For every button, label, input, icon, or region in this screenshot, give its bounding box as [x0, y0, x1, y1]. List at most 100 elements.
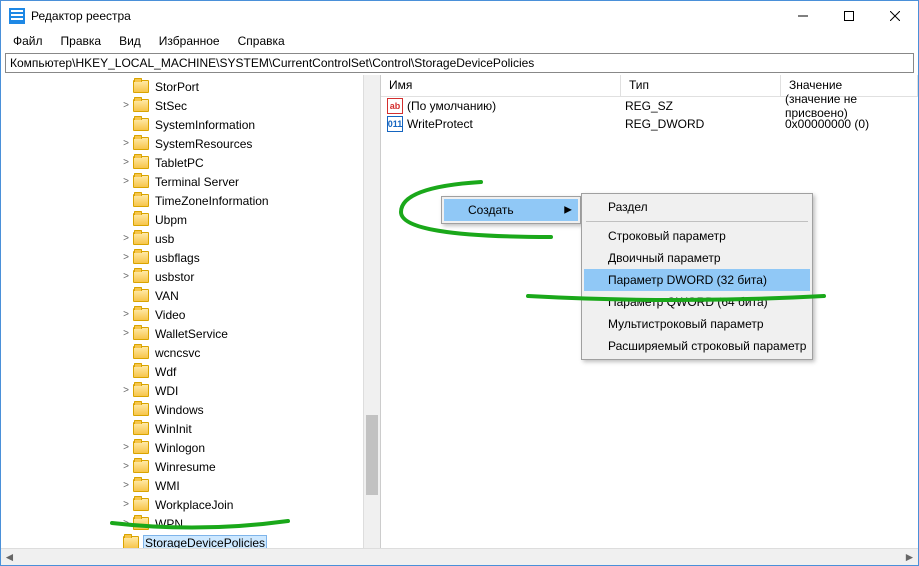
folder-icon [133, 137, 149, 150]
tree-item[interactable]: > WPN [1, 514, 363, 533]
tree-label: Windows [153, 403, 206, 417]
tree-item[interactable]: StorPort [1, 77, 363, 96]
tree-item[interactable]: StorageDevicePolicies [1, 533, 363, 548]
folder-icon [133, 118, 149, 131]
tree-item[interactable]: Ubpm [1, 210, 363, 229]
window: Редактор реестра Файл Правка Вид Избранн… [0, 0, 919, 566]
menu-favorites[interactable]: Избранное [151, 32, 228, 50]
tree-label: WMI [153, 479, 182, 493]
submenu-dword[interactable]: Параметр DWORD (32 бита) [584, 269, 810, 291]
expander-icon[interactable]: > [119, 157, 133, 168]
tree-item[interactable]: >TabletPC [1, 153, 363, 172]
maximize-button[interactable] [826, 1, 872, 31]
tree-label: Winlogon [153, 441, 207, 455]
value-name: (По умолчанию) [407, 99, 625, 113]
tree[interactable]: StorPort>StSecSystemInformation > SystemRe… [1, 75, 363, 548]
horizontal-scrollbar[interactable]: ◄ ► [1, 548, 918, 565]
folder-icon [133, 384, 149, 397]
expander-icon[interactable]: > [119, 309, 133, 320]
scroll-right-icon[interactable]: ► [901, 549, 918, 565]
close-button[interactable] [872, 1, 918, 31]
window-title: Редактор реестра [31, 9, 780, 23]
tree-scrollbar[interactable] [363, 75, 380, 548]
tree-item[interactable]: >WorkplaceJoin [1, 495, 363, 514]
expander-icon[interactable]: > [119, 518, 133, 529]
submenu-string[interactable]: Строковый параметр [584, 225, 810, 247]
tree-label: StorageDevicePolicies [143, 535, 267, 549]
tree-label: Terminal Server [153, 175, 241, 189]
menu-edit[interactable]: Правка [53, 32, 110, 50]
tree-item[interactable]: WinInit [1, 419, 363, 438]
expander-icon[interactable]: > [119, 499, 133, 510]
string-value-icon: ab [387, 98, 403, 114]
submenu-qword[interactable]: Параметр QWORD (64 бита) [584, 291, 810, 313]
folder-icon [133, 80, 149, 93]
menu-file[interactable]: Файл [5, 32, 51, 50]
tree-item[interactable]: >usbstor [1, 267, 363, 286]
tree-item[interactable]: > WMI [1, 476, 363, 495]
minimize-button[interactable] [780, 1, 826, 31]
tree-item[interactable]: > Terminal Server [1, 172, 363, 191]
expander-icon[interactable]: > [119, 138, 133, 149]
expander-icon[interactable]: > [119, 385, 133, 396]
value-value: (значение не присвоено) [785, 92, 918, 120]
expander-icon[interactable]: > [119, 328, 133, 339]
tree-item[interactable]: Wdf [1, 362, 363, 381]
expander-icon[interactable]: > [119, 442, 133, 453]
value-row[interactable]: 011WriteProtectREG_DWORD0x00000000 (0) [381, 115, 918, 133]
tree-item[interactable]: >StSec [1, 96, 363, 115]
scroll-track[interactable] [18, 549, 901, 565]
col-name[interactable]: Имя [381, 75, 621, 96]
folder-icon [133, 498, 149, 511]
tree-item[interactable]: VAN [1, 286, 363, 305]
folder-icon [133, 327, 149, 340]
tree-label: Video [153, 308, 187, 322]
submenu-key[interactable]: Раздел [584, 196, 810, 218]
tree-item[interactable]: Windows [1, 400, 363, 419]
tree-item[interactable]: > Video [1, 305, 363, 324]
expander-icon[interactable]: > [119, 176, 133, 187]
tree-item[interactable]: TimeZoneInformation [1, 191, 363, 210]
tree-item[interactable]: > SystemResources [1, 134, 363, 153]
tree-item[interactable]: > Winlogon [1, 438, 363, 457]
tree-pane: StorPort>StSecSystemInformation > SystemRe… [1, 75, 381, 548]
list-body[interactable]: ab(По умолчанию)REG_SZ(значение не присв… [381, 97, 918, 548]
expander-icon[interactable]: > [119, 271, 133, 282]
address-bar[interactable]: Компьютер\HKEY_LOCAL_MACHINE\SYSTEM\Curr… [5, 53, 914, 73]
address-text: Компьютер\HKEY_LOCAL_MACHINE\SYSTEM\Curr… [10, 56, 534, 70]
col-type[interactable]: Тип [621, 75, 781, 96]
tree-item[interactable]: >usbflags [1, 248, 363, 267]
expander-icon[interactable]: > [119, 461, 133, 472]
tree-label: wcncsvc [153, 346, 202, 360]
submenu-expstr[interactable]: Расширяемый строковый параметр [584, 335, 810, 357]
menu-help[interactable]: Справка [230, 32, 293, 50]
tree-scrollbar-thumb[interactable] [366, 415, 378, 495]
tree-label: WPN [153, 517, 185, 531]
submenu-binary[interactable]: Двоичный параметр [584, 247, 810, 269]
folder-icon [133, 270, 149, 283]
expander-icon[interactable]: > [119, 480, 133, 491]
context-create[interactable]: Создать ▶ [444, 199, 578, 221]
tree-item[interactable]: >WDI [1, 381, 363, 400]
folder-icon [123, 536, 139, 548]
expander-icon[interactable]: > [119, 233, 133, 244]
menubar: Файл Правка Вид Избранное Справка [1, 31, 918, 51]
tree-item[interactable]: >WalletService [1, 324, 363, 343]
value-name: WriteProtect [407, 117, 625, 131]
value-value: 0x00000000 (0) [785, 117, 918, 131]
submenu-multistr[interactable]: Мультистроковый параметр [584, 313, 810, 335]
tree-item[interactable]: >usb [1, 229, 363, 248]
tree-item[interactable]: >Winresume [1, 457, 363, 476]
folder-icon [133, 289, 149, 302]
tree-item[interactable]: wcncsvc [1, 343, 363, 362]
tree-item[interactable]: SystemInformation [1, 115, 363, 134]
scroll-left-icon[interactable]: ◄ [1, 549, 18, 565]
value-row[interactable]: ab(По умолчанию)REG_SZ(значение не присв… [381, 97, 918, 115]
folder-icon [133, 156, 149, 169]
expander-icon[interactable]: > [119, 100, 133, 111]
expander-icon[interactable]: > [119, 252, 133, 263]
folder-icon [133, 365, 149, 378]
menu-view[interactable]: Вид [111, 32, 149, 50]
tree-label: SystemResources [153, 137, 254, 151]
folder-icon [133, 251, 149, 264]
